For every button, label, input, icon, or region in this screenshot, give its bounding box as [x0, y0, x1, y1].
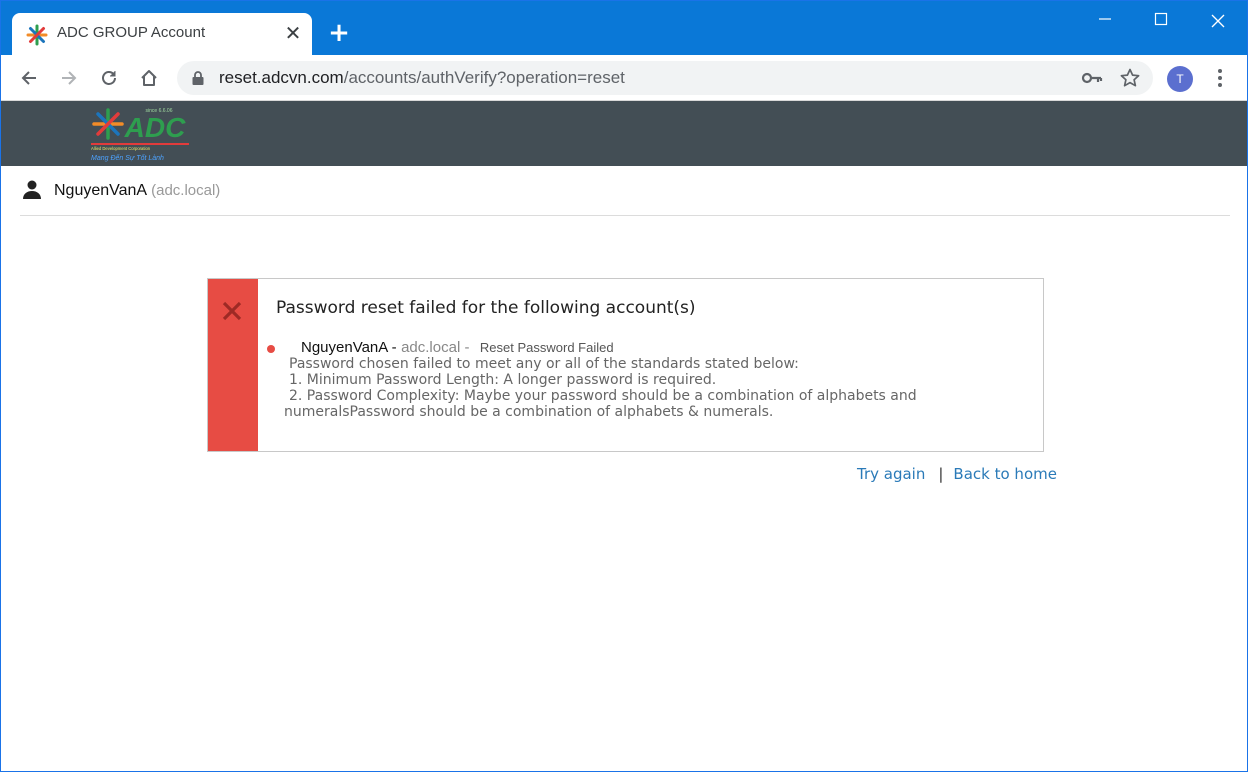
- maximize-button[interactable]: [1138, 7, 1184, 35]
- minimize-icon: [1099, 18, 1111, 20]
- more-icon[interactable]: [1209, 64, 1231, 92]
- alert-title: Password reset failed for the following …: [276, 298, 696, 318]
- adc-logo[interactable]: ADC since 6.6.06 Allied Development Corp…: [89, 104, 199, 164]
- account-line: NguyenVanA - adc.local - Reset Password …: [267, 339, 1024, 356]
- back-to-home-link[interactable]: Back to home: [953, 465, 1057, 483]
- message-line-1: Password chosen failed to meet any or al…: [289, 356, 799, 372]
- reload-icon: [102, 71, 116, 85]
- svg-text:ADC: ADC: [124, 112, 186, 143]
- account-domain: adc.local -: [401, 339, 470, 356]
- url-text[interactable]: reset.adcvn.com/accounts/authVerify?oper…: [219, 68, 625, 88]
- account-user: NguyenVanA -: [301, 339, 397, 356]
- back-icon: [21, 71, 36, 85]
- try-again-link[interactable]: Try again: [857, 465, 925, 483]
- profile-avatar[interactable]: T: [1167, 66, 1193, 92]
- user-bar: NguyenVanA (adc.local): [20, 166, 1230, 216]
- forward-button[interactable]: [55, 64, 83, 92]
- home-button[interactable]: [135, 64, 163, 92]
- svg-text:Allied Development Corporation: Allied Development Corporation: [91, 146, 151, 151]
- adc-favicon-icon: [26, 24, 48, 46]
- svg-text:since 6.6.06: since 6.6.06: [146, 108, 173, 114]
- alert-side-strip: [208, 279, 258, 451]
- new-tab-button[interactable]: +: [325, 19, 353, 47]
- message-line-3: 2. Password Complexity: Maybe your passw…: [289, 388, 917, 404]
- browser-toolbar: reset.adcvn.com/accounts/authVerify?oper…: [1, 55, 1247, 101]
- reload-button[interactable]: [95, 64, 123, 92]
- back-button[interactable]: [15, 64, 43, 92]
- account-status: Reset Password Failed: [479, 340, 614, 355]
- alert-body: NguyenVanA - adc.local - Reset Password …: [267, 339, 1024, 420]
- address-bar[interactable]: reset.adcvn.com/accounts/authVerify?oper…: [177, 61, 1153, 95]
- svg-text:Mang Đến Sự Tốt Lành: Mang Đến Sự Tốt Lành: [91, 154, 164, 162]
- bullet-icon: [267, 345, 275, 353]
- minimize-button[interactable]: [1082, 7, 1128, 35]
- error-alert: Password reset failed for the following …: [207, 278, 1044, 452]
- browser-tab[interactable]: ADC GROUP Account ✕: [12, 13, 312, 55]
- message-line-4: numeralsPassword should be a combination…: [284, 404, 774, 420]
- tab-title: ADC GROUP Account: [57, 24, 206, 41]
- forward-icon: [62, 71, 77, 85]
- action-links: Try again | Back to home: [857, 465, 1057, 483]
- user-name-text: NguyenVanA: [54, 182, 148, 199]
- home-icon: [141, 70, 157, 86]
- title-bar: ADC GROUP Account ✕ +: [1, 1, 1247, 55]
- close-icon: [1211, 14, 1225, 28]
- url-host: reset.adcvn.com: [219, 68, 344, 87]
- user-icon: [23, 180, 41, 199]
- star-icon[interactable]: [1119, 67, 1141, 89]
- site-header: ADC since 6.6.06 Allied Development Corp…: [1, 101, 1247, 166]
- url-path: /accounts/authVerify?operation=reset: [343, 68, 625, 87]
- browser-window: ADC GROUP Account ✕ + reset.adcvn.com/ac…: [0, 0, 1248, 772]
- user-name: NguyenVanA (adc.local): [54, 182, 220, 200]
- tab-close-icon[interactable]: ✕: [282, 22, 304, 44]
- close-window-button[interactable]: [1195, 7, 1241, 35]
- maximize-icon: [1154, 12, 1168, 26]
- lock-icon[interactable]: [191, 70, 205, 86]
- error-x-icon: [222, 301, 242, 321]
- link-separator: |: [938, 465, 944, 483]
- message-line-2: 1. Minimum Password Length: A longer pas…: [289, 372, 717, 388]
- user-domain: (adc.local): [151, 182, 221, 199]
- key-icon[interactable]: [1081, 68, 1103, 88]
